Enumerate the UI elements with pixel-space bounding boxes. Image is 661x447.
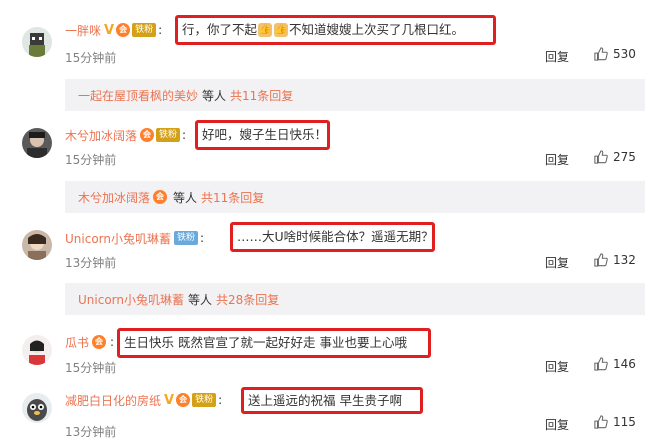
timestamp: 15分钟前 [65, 51, 117, 65]
sub-reply-summary[interactable]: 木兮加冰阔落 会 等人 共11条回复 [65, 181, 645, 213]
comment-text: 送上遥远的祝福 早生贵子啊 [241, 387, 423, 414]
like-count: 115 [613, 415, 636, 429]
avatar[interactable] [22, 27, 52, 57]
thumbs-up-icon [594, 47, 608, 61]
sub-reply-summary[interactable]: 一起在屋顶看枫的美妙 等人 共11条回复 [65, 79, 645, 111]
username[interactable]: Unicorn小兔叽琳蓄 [65, 230, 171, 247]
sub-reply-user[interactable]: 木兮加冰阔落 [78, 189, 150, 206]
verified-icon: V [164, 392, 175, 408]
timestamp: 13分钟前 [65, 425, 117, 439]
username[interactable]: 一胖咪 [65, 22, 101, 39]
username[interactable]: 瓜书 [65, 334, 89, 351]
member-badge-icon: 会 [153, 190, 168, 204]
more-replies-link[interactable]: 共11条回复 [230, 87, 293, 104]
avatar[interactable] [22, 128, 52, 158]
reply-button[interactable]: 回复 [545, 254, 569, 271]
comment-text: 生日快乐 既然官宣了就一起好好走 事业也要上心哦 [117, 328, 431, 358]
timestamp: 15分钟前 [65, 153, 117, 167]
timestamp: 13分钟前 [65, 256, 117, 270]
timestamp: 15分钟前 [65, 361, 117, 375]
like-button[interactable]: 275 [594, 150, 636, 164]
reply-button[interactable]: 回复 [545, 48, 569, 65]
like-button[interactable]: 530 [594, 47, 636, 61]
more-replies-link[interactable]: 共28条回复 [216, 291, 279, 308]
like-count: 275 [613, 150, 636, 164]
thumbs-up-emoji-icon: 👍 [274, 23, 289, 37]
avatar[interactable] [22, 230, 52, 260]
like-button[interactable]: 146 [594, 357, 636, 371]
sub-reply-user[interactable]: 一起在屋顶看枫的美妙 [78, 87, 198, 104]
comment-text: 行，你了不起 👍 👍 不知道嫂嫂上次买了几根口红。 [175, 15, 496, 45]
username[interactable]: 减肥白日化的房纸 [65, 392, 161, 409]
avatar[interactable] [22, 335, 52, 365]
like-count: 132 [613, 253, 636, 267]
username[interactable]: 木兮加冰阔落 [65, 127, 137, 144]
like-count: 146 [613, 357, 636, 371]
reply-button[interactable]: 回复 [545, 151, 569, 168]
like-button[interactable]: 115 [594, 415, 636, 429]
sub-reply-user[interactable]: Unicorn小兔叽琳蓄 [78, 291, 184, 308]
iron-fan-badge: 铁粉 [174, 231, 199, 245]
member-badge-icon: 会 [140, 128, 155, 142]
like-count: 530 [613, 47, 636, 61]
member-badge-icon: 会 [176, 393, 191, 407]
member-badge-icon: 会 [92, 335, 107, 349]
member-badge-icon: 会 [116, 23, 131, 37]
reply-button[interactable]: 回复 [545, 358, 569, 375]
thumbs-up-icon [594, 415, 608, 429]
thumbs-up-icon [594, 357, 608, 371]
more-replies-link[interactable]: 共11条回复 [201, 189, 264, 206]
reply-button[interactable]: 回复 [545, 416, 569, 433]
like-button[interactable]: 132 [594, 253, 636, 267]
sub-reply-summary[interactable]: Unicorn小兔叽琳蓄 等人 共28条回复 [65, 283, 645, 315]
iron-fan-badge: 铁粉 [192, 393, 217, 407]
thumbs-up-emoji-icon: 👍 [258, 23, 273, 37]
iron-fan-badge: 铁粉 [132, 23, 157, 37]
iron-fan-badge: 铁粉 [156, 128, 181, 142]
avatar[interactable] [22, 393, 52, 423]
verified-icon: V [104, 22, 115, 38]
comment-text: 好吧，嫂子生日快乐！ [195, 120, 330, 150]
comment-text: ……大U啥时候能合体？遥遥无期？ [230, 222, 435, 252]
thumbs-up-icon [594, 253, 608, 267]
thumbs-up-icon [594, 150, 608, 164]
comment-header: 木兮加冰阔落 会 铁粉 : [65, 127, 187, 144]
